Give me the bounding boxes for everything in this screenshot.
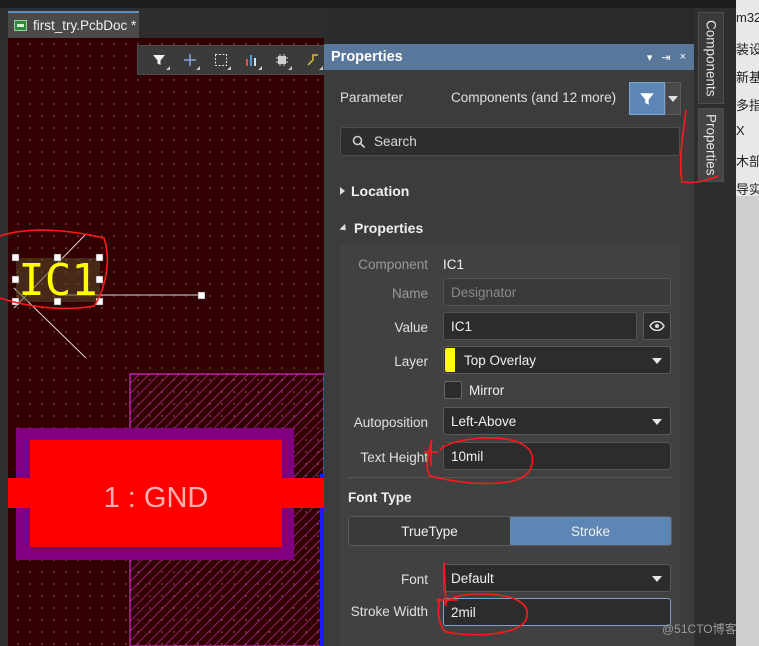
text-height-field[interactable]: 10mil [443, 442, 671, 470]
background-block [736, 196, 759, 646]
collapse-icon [339, 223, 349, 233]
components-side-tab[interactable]: Components [698, 12, 724, 104]
background-text: 装设 [736, 42, 759, 57]
chip-icon[interactable] [267, 47, 298, 73]
divider [348, 477, 672, 478]
font-dropdown[interactable]: Default [443, 564, 671, 592]
chevron-down-icon [652, 358, 662, 364]
font-type-label: Font Type [348, 490, 412, 505]
value-field-text: IC1 [451, 318, 473, 334]
stroke-width-field[interactable]: 2mil [443, 598, 671, 626]
properties-section-header[interactable]: Properties [339, 220, 424, 236]
text-height-label: Text Height [360, 450, 428, 465]
parameter-label: Parameter [340, 90, 404, 105]
layer-value: Top Overlay [464, 352, 537, 368]
font-value: Default [451, 570, 494, 586]
canvas-left-edge [0, 38, 8, 646]
value-label: Value [394, 320, 428, 335]
filter-dropdown-button[interactable] [665, 82, 681, 115]
window-top-strip [0, 0, 759, 8]
layer-label: Layer [394, 354, 428, 369]
component-label: Component [358, 257, 428, 272]
mirror-checkbox[interactable] [444, 381, 462, 399]
chevron-down-icon [652, 576, 662, 582]
font-type-toggle: TrueType Stroke [348, 516, 672, 546]
background-text: 新基 [736, 70, 759, 85]
location-section-label: Location [351, 183, 410, 199]
chevron-down-icon [652, 419, 662, 425]
autoposition-dropdown[interactable]: Left-Above [443, 407, 671, 435]
autoposition-label: Autoposition [353, 415, 428, 430]
watermark: @51CTO博客 [662, 622, 737, 636]
font-type-truetype[interactable]: TrueType [349, 517, 510, 545]
search-icon [352, 135, 366, 148]
layer-dropdown[interactable]: Top Overlay [443, 346, 671, 374]
name-field[interactable]: Designator [443, 278, 671, 306]
canvas-toolbar [137, 45, 329, 75]
document-tab[interactable]: first_try.PcbDoc * [8, 11, 139, 38]
mirror-label: Mirror [469, 383, 505, 398]
panel-menu-button[interactable]: ▾ [647, 51, 653, 64]
parameter-value: Components (and 12 more) [451, 90, 617, 105]
background-text: m32 [736, 10, 759, 25]
name-placeholder: Designator [451, 284, 517, 300]
background-text: 木部 [736, 154, 759, 169]
panel-pin-button[interactable]: ⇥ [661, 51, 670, 64]
visibility-toggle[interactable] [643, 312, 671, 340]
search-input[interactable]: Search [340, 127, 680, 156]
side-tab-strip: Components Properties [694, 8, 736, 646]
stroke-width-value: 2mil [451, 604, 476, 620]
background-text: 多指 [736, 98, 759, 113]
value-field[interactable]: IC1 [443, 312, 637, 340]
properties-side-tab-label: Properties [703, 114, 719, 176]
filter-icon [640, 92, 654, 105]
crosshair-icon[interactable] [175, 47, 206, 73]
filter-icon[interactable] [144, 47, 175, 73]
background-window: m32 装设 新基 多指 X 木部 导实 [736, 0, 759, 646]
properties-side-tab[interactable]: Properties [698, 108, 724, 182]
chevron-down-icon [668, 95, 678, 102]
background-text: X [736, 123, 745, 138]
select-rect-icon[interactable] [205, 47, 236, 73]
panel-header: Properties ▾ ⇥ × [324, 44, 694, 70]
location-section-header[interactable]: Location [340, 183, 409, 199]
properties-section-label: Properties [354, 220, 424, 236]
expand-icon [340, 187, 345, 195]
text-height-value: 10mil [451, 448, 484, 464]
name-label: Name [391, 286, 428, 301]
document-tab-title: first_try.PcbDoc * [33, 18, 137, 33]
component-value: IC1 [443, 257, 465, 272]
document-tab-bar: first_try.PcbDoc * [0, 8, 330, 38]
pcb-drawing: 1 : GND IC1 [8, 233, 324, 646]
panel-title: Properties [331, 49, 403, 65]
search-placeholder: Search [374, 134, 417, 149]
filter-button[interactable] [629, 82, 665, 115]
properties-panel: Properties ▾ ⇥ × Parameter Components (a… [324, 44, 694, 646]
panel-close-button[interactable]: × [680, 51, 686, 63]
pcb-canvas[interactable]: 1 : GND IC1 [0, 38, 324, 646]
pcb-doc-icon [14, 20, 27, 31]
stroke-width-label: Stroke Width [350, 604, 428, 619]
chart-icon[interactable] [236, 47, 267, 73]
pad-label: 1 : GND [104, 482, 209, 514]
font-type-stroke[interactable]: Stroke [510, 517, 671, 545]
font-label: Font [400, 572, 428, 587]
layer-color-swatch [445, 348, 455, 372]
eye-icon [649, 321, 665, 331]
components-side-tab-label: Components [703, 19, 719, 97]
autoposition-value: Left-Above [451, 413, 517, 429]
